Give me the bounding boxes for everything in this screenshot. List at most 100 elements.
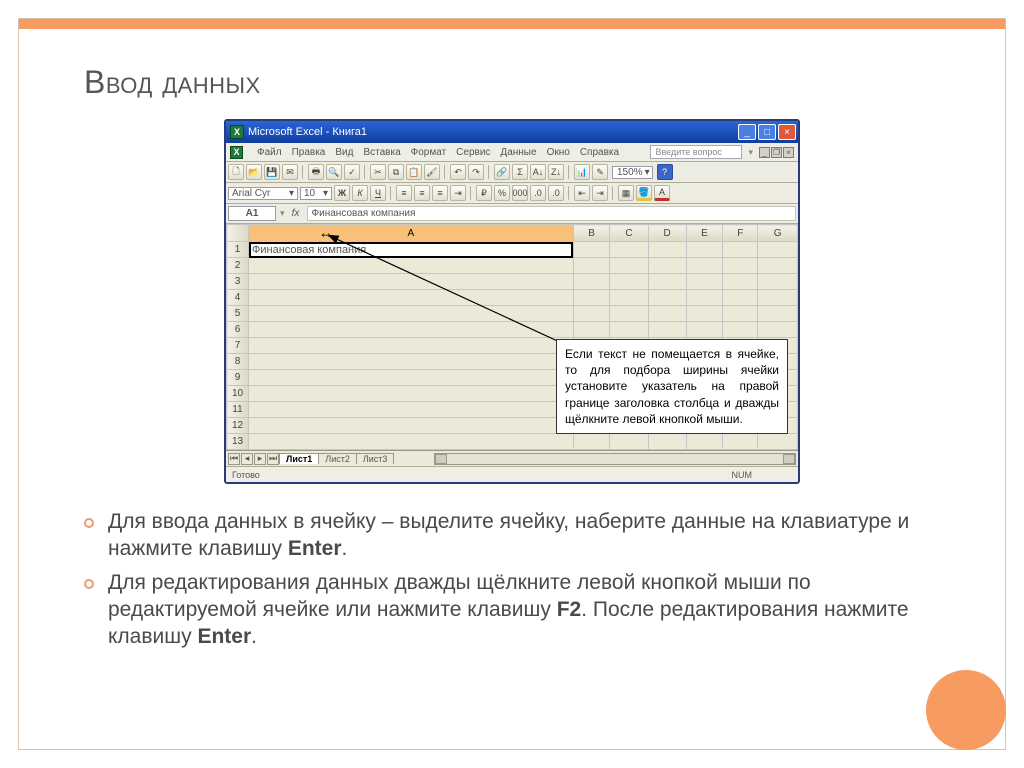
menu-data[interactable]: Данные	[500, 147, 536, 158]
merge-center-icon[interactable]: ⇥	[450, 185, 466, 201]
row-header[interactable]: 4	[227, 290, 249, 306]
cell[interactable]	[249, 418, 574, 434]
cell[interactable]	[249, 386, 574, 402]
menu-insert[interactable]: Вставка	[363, 147, 400, 158]
cell[interactable]	[249, 354, 574, 370]
cell[interactable]	[758, 274, 798, 290]
cell[interactable]	[249, 258, 574, 274]
cell[interactable]	[723, 258, 758, 274]
chevron-down-icon[interactable]: ▾	[289, 188, 294, 199]
cell[interactable]	[723, 306, 758, 322]
copy-icon[interactable]: ⧉	[388, 164, 404, 180]
scroll-right-icon[interactable]	[783, 454, 795, 464]
chevron-down-icon[interactable]: ▾	[323, 188, 328, 199]
menu-help[interactable]: Справка	[580, 147, 619, 158]
row-header[interactable]: 10	[227, 386, 249, 402]
sort-desc-icon[interactable]: Z↓	[548, 164, 564, 180]
cell[interactable]	[573, 306, 610, 322]
percent-icon[interactable]: %	[494, 185, 510, 201]
tab-nav-first-icon[interactable]: ⏮	[228, 453, 240, 465]
cell[interactable]	[573, 274, 610, 290]
font-size-select[interactable]: 10▾	[300, 187, 332, 200]
cell[interactable]	[758, 306, 798, 322]
cell[interactable]	[610, 258, 648, 274]
cell[interactable]	[758, 258, 798, 274]
col-header-D[interactable]: D	[648, 225, 686, 242]
row-header[interactable]: 12	[227, 418, 249, 434]
cell[interactable]	[610, 306, 648, 322]
hyperlink-icon[interactable]: 🔗	[494, 164, 510, 180]
borders-icon[interactable]: ▦	[618, 185, 634, 201]
doc-minimize-button[interactable]: _	[759, 147, 770, 158]
ask-dropdown-icon[interactable]: ▾	[748, 147, 753, 158]
currency-icon[interactable]: ₽	[476, 185, 492, 201]
cell[interactable]	[249, 434, 574, 450]
redo-icon[interactable]: ↷	[468, 164, 484, 180]
minimize-button[interactable]: _	[738, 124, 756, 140]
spelling-icon[interactable]: ✓	[344, 164, 360, 180]
permission-icon[interactable]: ✉	[282, 164, 298, 180]
paste-icon[interactable]: 📋	[406, 164, 422, 180]
close-button[interactable]: ×	[778, 124, 796, 140]
cell[interactable]	[648, 258, 686, 274]
cut-icon[interactable]: ✂	[370, 164, 386, 180]
cell[interactable]	[648, 242, 686, 258]
row-header[interactable]: 1	[227, 242, 249, 258]
cell[interactable]	[648, 306, 686, 322]
chart-icon[interactable]: 📊	[574, 164, 590, 180]
cell[interactable]	[723, 274, 758, 290]
cell[interactable]	[610, 290, 648, 306]
select-all-button[interactable]	[227, 225, 249, 242]
menu-view[interactable]: Вид	[335, 147, 353, 158]
new-icon[interactable]: 🗋	[228, 164, 244, 180]
bold-icon[interactable]: Ж	[334, 185, 350, 201]
cell[interactable]	[648, 290, 686, 306]
cell[interactable]	[686, 322, 723, 338]
row-header[interactable]: 2	[227, 258, 249, 274]
cell[interactable]	[723, 242, 758, 258]
font-color-icon[interactable]: A	[654, 185, 670, 201]
cell[interactable]	[648, 322, 686, 338]
help-icon[interactable]: ?	[657, 164, 673, 180]
underline-icon[interactable]: Ч	[370, 185, 386, 201]
cell[interactable]	[573, 242, 610, 258]
row-header[interactable]: 6	[227, 322, 249, 338]
cell[interactable]	[686, 306, 723, 322]
row-header[interactable]: 3	[227, 274, 249, 290]
cell[interactable]	[758, 434, 798, 450]
cell[interactable]	[686, 242, 723, 258]
cell[interactable]	[648, 274, 686, 290]
name-box[interactable]: A1	[228, 206, 276, 221]
align-center-icon[interactable]: ≡	[414, 185, 430, 201]
fx-icon[interactable]: fx	[289, 207, 303, 221]
col-header-F[interactable]: F	[723, 225, 758, 242]
sheet-tab-3[interactable]: Лист3	[356, 453, 395, 464]
row-header[interactable]: 5	[227, 306, 249, 322]
row-header[interactable]: 11	[227, 402, 249, 418]
increase-decimal-icon[interactable]: .0	[530, 185, 546, 201]
italic-icon[interactable]: К	[352, 185, 368, 201]
cell[interactable]	[686, 434, 723, 450]
cell[interactable]	[723, 322, 758, 338]
doc-restore-button[interactable]: ❐	[771, 147, 782, 158]
save-icon[interactable]: 💾	[264, 164, 280, 180]
decrease-decimal-icon[interactable]: .0	[548, 185, 564, 201]
cell[interactable]	[758, 290, 798, 306]
align-left-icon[interactable]: ≡	[396, 185, 412, 201]
cell[interactable]	[723, 434, 758, 450]
sheet-tab-1[interactable]: Лист1	[279, 453, 319, 464]
zoom-field[interactable]: 150%▾	[612, 166, 653, 179]
title-bar[interactable]: X Microsoft Excel - Книга1 _ □ ×	[226, 121, 798, 143]
cell[interactable]: Финансовая компания	[249, 242, 574, 258]
scroll-left-icon[interactable]	[435, 454, 447, 464]
chevron-down-icon[interactable]: ▾	[280, 208, 285, 219]
row-header[interactable]: 13	[227, 434, 249, 450]
cell[interactable]	[758, 322, 798, 338]
undo-icon[interactable]: ↶	[450, 164, 466, 180]
menu-edit[interactable]: Правка	[292, 147, 326, 158]
fill-color-icon[interactable]: 🪣	[636, 185, 652, 201]
tab-nav-next-icon[interactable]: ▸	[254, 453, 266, 465]
open-icon[interactable]: 📂	[246, 164, 262, 180]
comma-icon[interactable]: 000	[512, 185, 528, 201]
cell[interactable]	[249, 290, 574, 306]
